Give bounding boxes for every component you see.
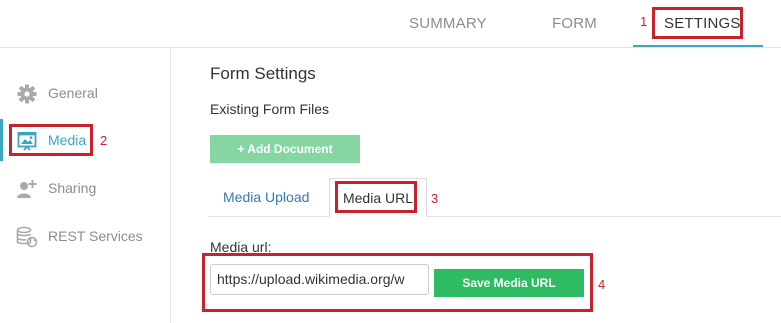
sidebar-item-label: General [48,85,98,101]
active-item-indicator [0,119,3,161]
active-tab-underline [633,45,763,47]
page-title: Form Settings [210,64,316,83]
sidebar-item-general[interactable]: General [0,78,170,108]
annotation-box-media [9,124,93,156]
annotation-box-media-url-tab [335,181,417,213]
annotation-number-4: 4 [598,277,606,292]
tab-media-upload[interactable]: Media Upload [223,178,309,215]
add-user-icon [16,178,38,200]
sidebar-item-sharing[interactable]: Sharing [0,173,170,203]
annotation-box-settings [652,7,743,39]
sidebar-item-rest-services[interactable]: REST Services [0,221,170,251]
tab-summary[interactable]: SUMMARY [409,0,487,47]
gear-icon [16,83,38,105]
annotation-box-url-form [202,253,593,312]
annotation-number-2: 2 [100,133,108,148]
sidebar-item-label: Sharing [48,180,97,196]
annotation-number-3: 3 [431,191,439,206]
sidebar-item-label: REST Services [48,228,143,244]
media-tabs: Media Upload Media URL [209,178,781,217]
add-document-button[interactable]: + Add Document [210,135,360,163]
annotation-number-1: 1 [640,14,648,29]
database-sync-icon [16,226,38,248]
section-title: Existing Form Files [210,101,330,117]
tab-form[interactable]: FORM [552,0,597,47]
settings-sidebar: General Media Sharing REST Services [0,48,171,323]
